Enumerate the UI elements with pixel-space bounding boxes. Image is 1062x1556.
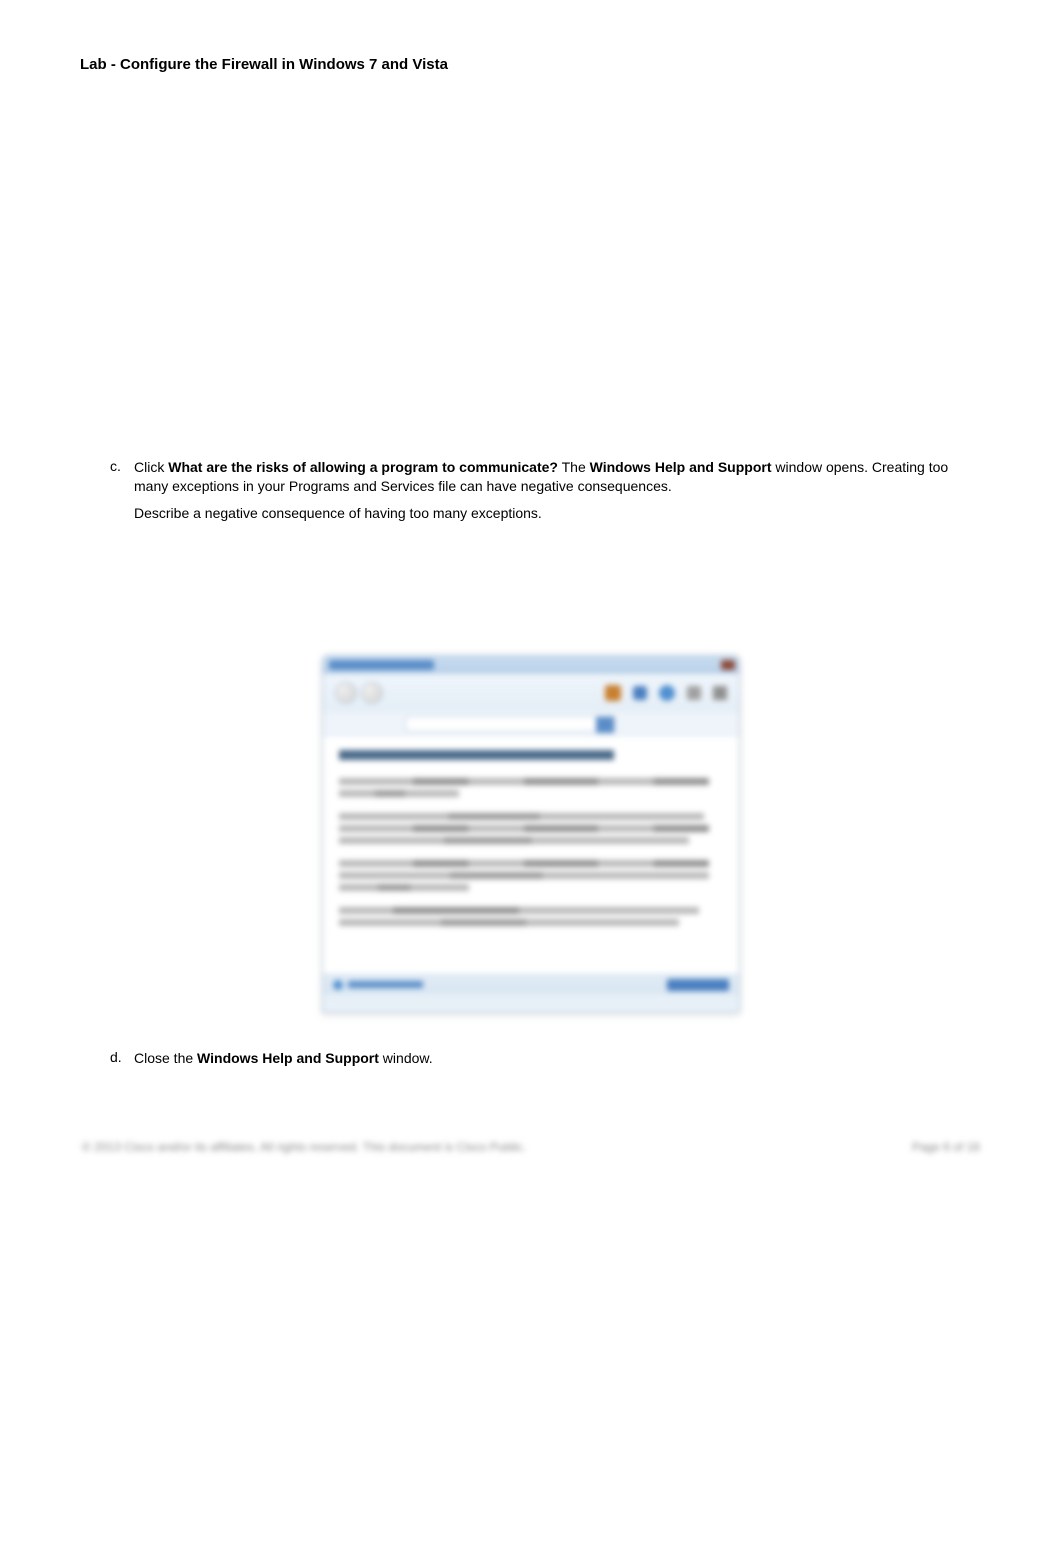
text-segment: Close the [134,1050,197,1066]
page-footer: © 2013 Cisco and/or its affiliates. All … [82,1140,980,1154]
page-header: Lab - Configure the Firewall in Windows … [80,56,448,73]
bold-window-name: Windows Help and Support [197,1050,379,1066]
paragraph-1 [339,778,723,797]
content-section: c. Click What are the risks of allowing … [110,458,982,535]
search-icon [596,717,614,733]
toolbar [323,674,739,712]
screenshot-figure [130,655,932,1013]
help-footer [323,974,739,994]
copyright-text: © 2013 Cisco and/or its affiliates. All … [82,1140,526,1154]
bold-link-text: What are the risks of allowing a program… [168,459,558,475]
close-icon [721,660,735,670]
options-icon [713,686,727,700]
forward-icon [361,682,383,704]
help-heading [339,750,614,760]
page-number: Page 6 of 16 [912,1140,980,1154]
paragraph-2 [339,813,723,844]
title-badge [329,660,434,670]
text-segment: The [558,459,590,475]
bold-window-name: Windows Help and Support [590,459,772,475]
window-titlebar [323,656,739,674]
list-body-c: Click What are the risks of allowing a p… [134,458,982,523]
paragraph-4 [339,907,723,926]
online-help-button [667,979,729,991]
list-marker-c: c. [110,458,134,523]
help-support-window [322,655,740,1013]
browse-icon [659,685,675,701]
list-item-c: c. Click What are the risks of allowing … [110,458,982,523]
back-icon [335,682,357,704]
footer-label [348,981,423,988]
search-bar [323,712,739,736]
help-content-area [323,736,739,994]
paragraph-3 [339,860,723,891]
ask-icon [687,686,701,700]
list-item-d-container: d. Close the Windows Help and Support wi… [110,1049,982,1080]
list-body-d: Close the Windows Help and Support windo… [134,1049,982,1068]
text-segment: window. [379,1050,433,1066]
home-icon [605,685,621,701]
question-text: Describe a negative consequence of havin… [134,504,982,523]
print-icon [633,686,647,700]
text-segment: Click [134,459,168,475]
support-icon [333,980,343,990]
list-marker-d: d. [110,1049,134,1068]
list-item-d: d. Close the Windows Help and Support wi… [110,1049,982,1068]
search-input [405,716,615,732]
